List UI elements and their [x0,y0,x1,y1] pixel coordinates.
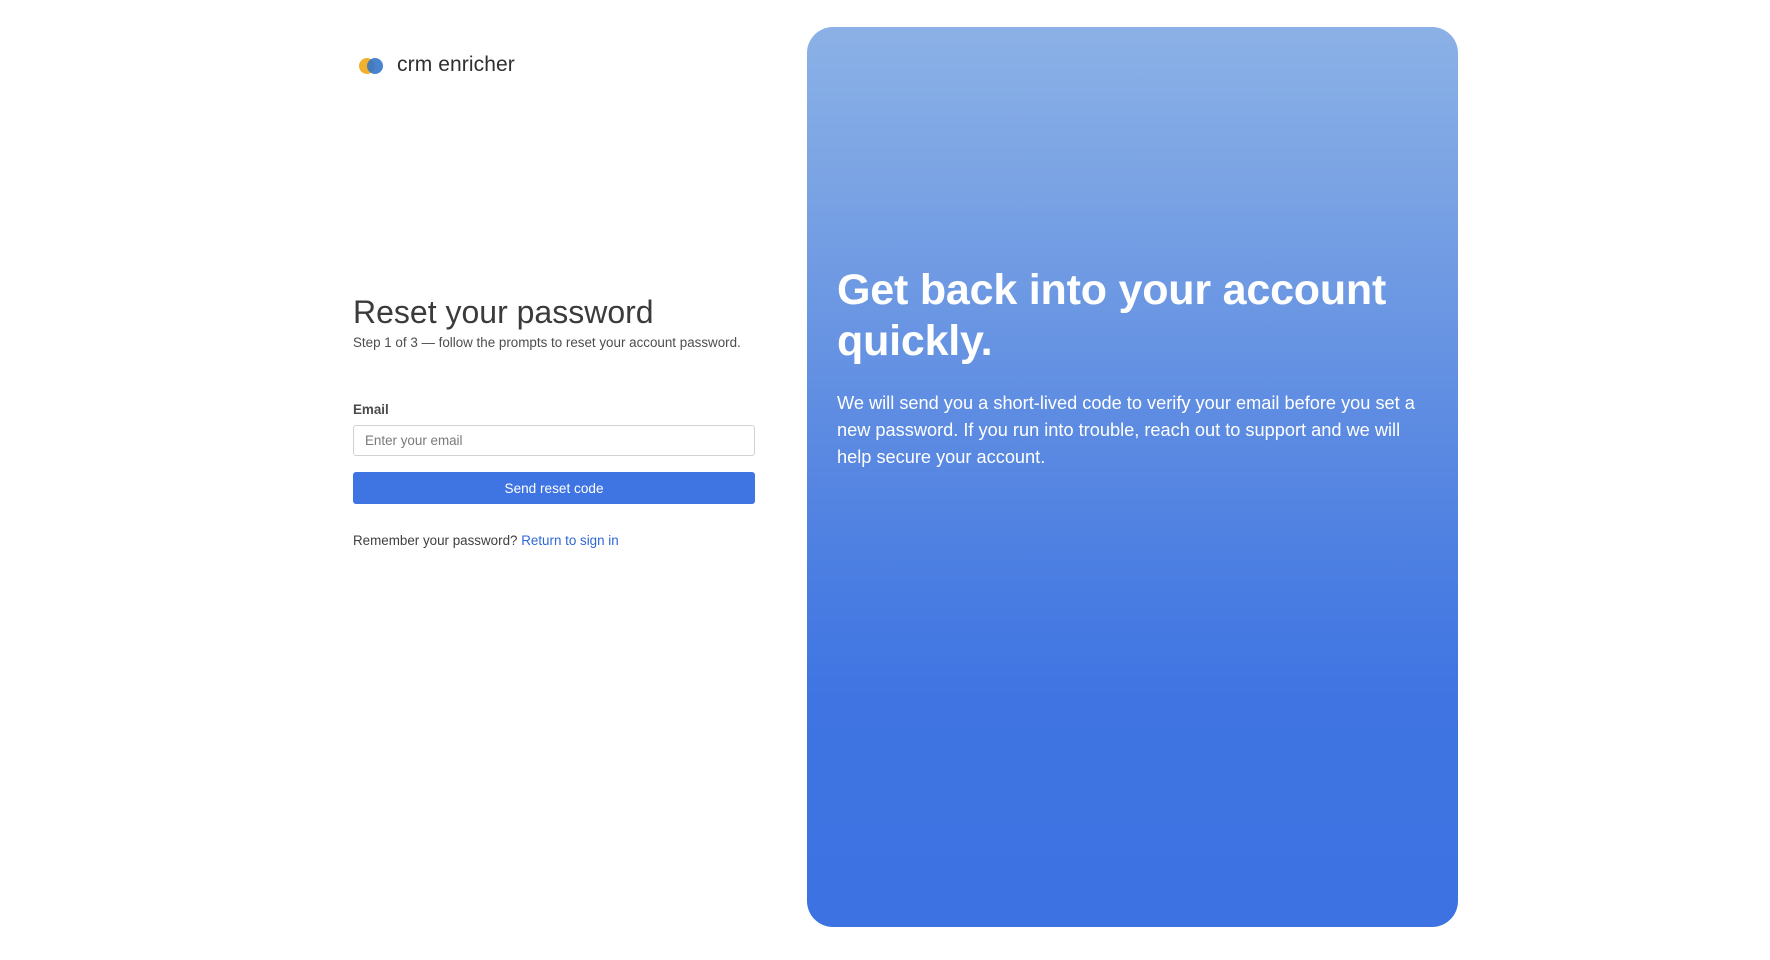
hero-panel: Get back into your account quickly. We w… [807,27,1458,927]
logo-dot-blue [367,58,383,74]
return-to-sign-in-row: Remember your password? Return to sign i… [353,532,755,550]
brand-name: crm enricher [397,53,515,76]
brand-logo-icon [357,56,385,74]
email-label: Email [353,402,389,417]
step-subtitle: Step 1 of 3 — follow the prompts to rese… [353,335,741,350]
send-reset-code-button[interactable]: Send reset code [353,472,755,504]
email-input[interactable] [353,425,755,456]
brand-header[interactable]: crm enricher [357,50,515,80]
reset-password-page: crm enricher Reset your password Step 1 … [0,0,1770,960]
hero-description: We will send you a short-lived code to v… [837,393,1415,467]
remember-password-text: Remember your password? [353,533,522,548]
reset-form: Reset your password Step 1 of 3 — follow… [353,292,755,550]
page-title: Reset your password [353,294,654,330]
return-to-sign-in-link[interactable]: Return to sign in [521,533,619,548]
hero-title: Get back into your account quickly. [837,266,1387,365]
